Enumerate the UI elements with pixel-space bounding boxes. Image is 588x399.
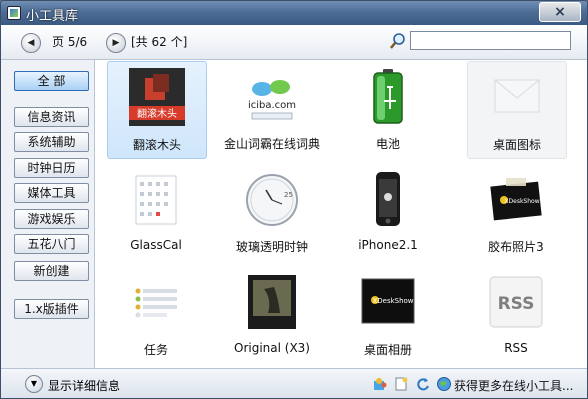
gadget-label: 桌面相册	[363, 343, 412, 357]
chevron-down-icon: ▼	[30, 379, 38, 388]
gadget-item-glass-clock[interactable]: 25 玻璃透明时钟	[223, 164, 321, 260]
task-list-icon	[135, 288, 177, 318]
rss-text: RSS	[498, 294, 535, 314]
rss-icon: RSS	[489, 276, 543, 328]
total-count: [共 62 个]	[131, 35, 188, 49]
rolling-wood-banner: 翻滚木头	[137, 107, 177, 120]
get-more-gadgets-link[interactable]: 获得更多在线小工具...	[454, 377, 573, 394]
magnifier-icon[interactable]	[389, 32, 407, 50]
close-icon: ×	[554, 4, 566, 20]
toolbar: ◀ 页 5/6 ▶ [共 62 个]	[1, 25, 587, 60]
iciba-logo-text: iciba.com	[248, 100, 296, 111]
gadget-label: iPhone2.1	[358, 238, 418, 252]
globe-icon[interactable]	[436, 376, 452, 392]
chevron-right-icon: ▶	[112, 38, 120, 48]
show-details-toggle[interactable]: ▼	[25, 375, 43, 393]
category-new[interactable]: 新创建	[14, 261, 89, 281]
gadget-label: 桌面图标	[492, 138, 541, 152]
refresh-icon[interactable]	[415, 376, 431, 392]
gadget-item-iphone[interactable]: iPhone2.1	[339, 164, 437, 260]
tape-photo-text: XDeskShow	[504, 198, 539, 205]
gadget-item-rss[interactable]: RSS RSS	[467, 267, 565, 363]
category-all[interactable]: 全 部	[14, 71, 89, 91]
window-title: 小工具库	[26, 9, 79, 24]
gadget-label: 电池	[375, 137, 400, 151]
calendar-icon	[135, 175, 177, 225]
gadget-item-desktop-icons[interactable]: 桌面图标	[467, 61, 567, 159]
category-legacy-plugins[interactable]: 1.x版插件	[14, 299, 89, 319]
next-page-button[interactable]: ▶	[106, 33, 126, 53]
gadget-gallery-window: 小工具库 × ◀ 页 5/6 ▶ [共 62 个] 全 部 信息资讯 系统辅助 …	[0, 0, 588, 399]
search-input[interactable]	[410, 31, 571, 50]
desktop-album-icon: XDeskShow	[361, 278, 415, 324]
category-system[interactable]: 系统辅助	[14, 132, 89, 152]
desktop-icons-icon	[494, 79, 540, 113]
title-bar[interactable]: 小工具库 ×	[1, 1, 587, 25]
rolling-wood-icon: 翻滚木头	[129, 68, 185, 126]
show-details-label[interactable]: 显示详细信息	[48, 377, 120, 394]
new-document-icon[interactable]	[393, 376, 409, 392]
gadget-grid: 翻滚木头 翻滚木头 iciba.com 金山词霸在线词典 电池 桌面图标 Gla…	[95, 60, 587, 368]
original-photo-icon	[248, 275, 296, 329]
previous-page-button[interactable]: ◀	[21, 33, 41, 53]
gadget-item-iciba[interactable]: iciba.com 金山词霸在线词典	[223, 61, 321, 157]
close-button[interactable]: ×	[539, 2, 581, 22]
category-media[interactable]: 媒体工具	[14, 183, 89, 203]
gadget-item-tape-photo[interactable]: XDeskShow 胶布照片3	[467, 164, 565, 260]
category-sidebar: 全 部 信息资讯 系统辅助 时钟日历 媒体工具 游戏娱乐 五花八门 新创建 1.…	[1, 60, 95, 368]
gadget-item-tasks[interactable]: 任务	[107, 267, 205, 363]
gadget-item-original[interactable]: Original (X3)	[223, 267, 321, 363]
iciba-dictionary-icon: iciba.com	[248, 80, 296, 120]
gadget-item-battery[interactable]: 电池	[339, 61, 437, 157]
clock-icon: 25	[246, 174, 298, 226]
desktop-album-text: XDeskShow	[372, 297, 413, 305]
gadget-label: RSS	[504, 341, 528, 355]
page-indicator: 页 5/6	[52, 35, 88, 49]
gadget-app-icon	[7, 6, 21, 20]
battery-icon	[373, 69, 403, 124]
category-games[interactable]: 游戏娱乐	[14, 209, 89, 229]
tape-photo-icon: XDeskShow	[490, 178, 542, 221]
clock-number: 25	[284, 191, 293, 199]
iphone-icon	[376, 172, 400, 226]
gadget-item-desktop-album[interactable]: XDeskShow 桌面相册	[339, 267, 437, 363]
gadget-item-rolling-wood[interactable]: 翻滚木头 翻滚木头	[107, 61, 207, 159]
gadget-label: 胶布照片3	[488, 240, 544, 254]
category-misc[interactable]: 五花八门	[14, 234, 89, 254]
chevron-left-icon: ◀	[27, 38, 35, 48]
category-news[interactable]: 信息资讯	[14, 107, 89, 127]
status-bar: ▼ 显示详细信息 获得更多在线小工具...	[1, 368, 587, 398]
gadget-item-glasscal[interactable]: GlassCal	[107, 164, 205, 260]
puzzle-icon[interactable]	[372, 376, 388, 392]
category-clock[interactable]: 时钟日历	[14, 158, 89, 178]
